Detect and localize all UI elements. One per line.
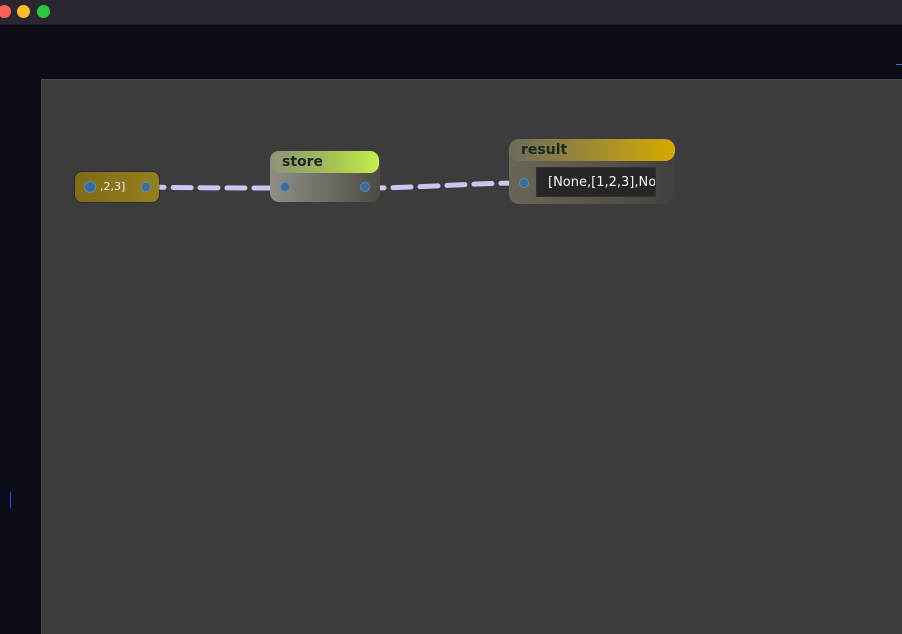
result-node-title: result xyxy=(521,142,568,158)
close-window-button[interactable] xyxy=(0,5,11,18)
input-node-value: ,2,3] xyxy=(100,180,126,193)
minimize-window-button[interactable] xyxy=(17,5,30,18)
input-node[interactable]: ,2,3] xyxy=(75,172,159,202)
store-node-title: store xyxy=(282,154,324,170)
text-cursor xyxy=(10,492,11,508)
node-graph-canvas[interactable] xyxy=(41,79,902,634)
result-node-header[interactable]: result xyxy=(509,139,675,161)
result-output-field[interactable]: [None,[1,2,3],None] xyxy=(536,167,656,197)
store-node-port-out[interactable] xyxy=(360,182,370,192)
store-node-header[interactable]: store xyxy=(270,151,379,173)
store-node[interactable]: store xyxy=(270,151,380,202)
maximize-window-button[interactable] xyxy=(37,5,50,18)
result-node[interactable]: result [None,[1,2,3],None] xyxy=(509,139,675,204)
result-output-text: [None,[1,2,3],None] xyxy=(548,175,656,190)
window-titlebar xyxy=(0,0,902,25)
result-node-port-in[interactable] xyxy=(519,178,529,188)
store-node-port-in[interactable] xyxy=(280,182,290,192)
edge-marker xyxy=(896,64,902,65)
input-node-port-in[interactable] xyxy=(84,181,96,193)
input-node-port-out[interactable] xyxy=(141,182,151,192)
